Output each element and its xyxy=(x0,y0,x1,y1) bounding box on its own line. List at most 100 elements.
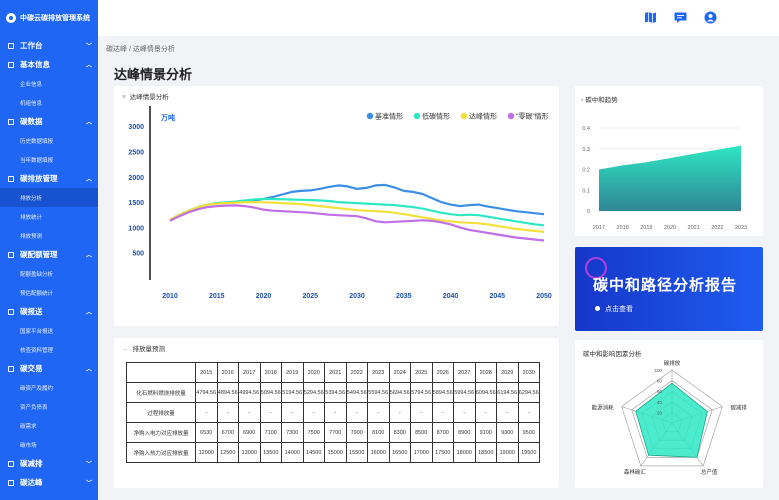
y-tick-label: 0.2 xyxy=(582,168,590,174)
table-cell: 17500 xyxy=(431,442,454,463)
menu-group-icon xyxy=(8,308,14,315)
chevron-up-icon: ︿ xyxy=(85,120,92,126)
sidebar-item[interactable]: 排放预测 xyxy=(0,226,98,245)
sidebar: 中碳云碳排放管理系统 工作台 ﹀ 基本信息 ︿ 企业信息 机组信息 碳数据 ︿ 历史数据填报 当年… xyxy=(0,0,98,500)
report-banner[interactable]: 碳中和路径分析报告 点击查看 xyxy=(575,247,763,331)
sidebar-item[interactable]: 配额盈缺分析 xyxy=(0,264,98,283)
table-cell: 9300 xyxy=(496,422,519,443)
sidebar-group-label: 工作台 xyxy=(20,41,43,50)
year-header: 2026 xyxy=(431,362,454,383)
table-cell: - xyxy=(410,402,433,423)
table-corner-cell xyxy=(126,362,196,383)
card-title: ← 排放量预测 xyxy=(122,343,165,353)
row-label: 化石燃料燃烧排放量 xyxy=(126,382,196,403)
menu-group-icon xyxy=(8,118,14,125)
user-icon[interactable] xyxy=(704,11,717,24)
sidebar-group[interactable]: 碳数据 ︿ xyxy=(0,112,98,131)
y-tick-label: 2500 xyxy=(128,149,144,156)
sidebar-item[interactable]: 企业信息 xyxy=(0,74,98,93)
sidebar-group[interactable]: 碳交易 ︿ xyxy=(0,359,98,378)
row-label: 净购入热力对应排放量 xyxy=(126,442,196,463)
table-cell: 12000 xyxy=(195,442,218,463)
table-cell: 16000 xyxy=(367,442,390,463)
legend-label: 低碳情形 xyxy=(422,112,450,121)
x-tick-label: 2020 xyxy=(664,225,676,231)
year-header: 2028 xyxy=(474,362,497,383)
menu-group-icon xyxy=(8,251,14,258)
table-cell: - xyxy=(367,402,390,423)
x-tick-label: 2050 xyxy=(536,293,552,300)
table-row: 净购入电力对应排放量 6530 6700 6900 7100 7300 7500 7700 79… xyxy=(126,422,540,443)
table-cell: - xyxy=(216,402,239,423)
table-cell: - xyxy=(281,402,304,423)
table-cell: 19500 xyxy=(517,442,540,463)
table-cell: - xyxy=(496,402,519,423)
radar-tick-label: 20 xyxy=(657,410,663,415)
sidebar-item[interactable]: 当年数据填报 xyxy=(0,150,98,169)
x-tick-label: 2025 xyxy=(302,293,318,300)
table-cell: 9500 xyxy=(517,422,540,443)
message-icon[interactable] xyxy=(674,11,687,24)
x-tick-label: 2035 xyxy=(396,293,412,300)
year-header: 2019 xyxy=(281,362,304,383)
view-report-link[interactable]: 点击查看 xyxy=(605,304,633,314)
sidebar-group[interactable]: 碳配额管理 ︿ xyxy=(0,245,98,264)
sidebar-group[interactable]: 碳排放管理 ︿ xyxy=(0,169,98,188)
sidebar-item[interactable]: 碳资产及履约 xyxy=(0,378,98,397)
radar-value-area xyxy=(635,382,708,458)
radar-indicator-label: 总产值 xyxy=(701,468,718,476)
sidebar-item[interactable]: 排放分析 xyxy=(0,188,98,207)
sidebar-group-label: 碳交易 xyxy=(20,364,43,373)
radar-tick-label: 40 xyxy=(657,400,663,405)
table-cell: 6530 xyxy=(195,422,218,443)
forecast-card: ← 排放量预测 2015 2016 2017 2018 2019 2020 2021 2022 2… xyxy=(114,338,559,488)
page-title: 达峰情景分析 xyxy=(114,67,193,82)
year-header: 2015 xyxy=(195,362,218,383)
sidebar-item[interactable]: 资产负债表 xyxy=(0,397,98,416)
table-cell: 8900 xyxy=(453,422,476,443)
sidebar-group[interactable]: 碳达峰 ﹀ xyxy=(0,473,98,492)
table-cell: 5494.56 xyxy=(345,382,368,403)
sidebar-group[interactable]: 碳减排 ﹀ xyxy=(0,454,98,473)
table-cell: 14000 xyxy=(281,442,304,463)
sidebar-item[interactable]: 机组信息 xyxy=(0,93,98,112)
table-cell: 9100 xyxy=(474,422,497,443)
table-cell: 5994.56 xyxy=(453,382,476,403)
x-tick-label: 2019 xyxy=(640,225,652,231)
table-cell: 12500 xyxy=(216,442,239,463)
table-cell: 8300 xyxy=(388,422,411,443)
year-header: 2018 xyxy=(259,362,282,383)
y-tick-label: 0.1 xyxy=(582,188,590,194)
menu-group-icon xyxy=(8,42,14,49)
table-cell: 6700 xyxy=(216,422,239,443)
sidebar-item[interactable]: 国家平台报送 xyxy=(0,321,98,340)
table-cell: - xyxy=(517,402,540,423)
year-header: 2016 xyxy=(216,362,239,383)
chevron-down-icon: ﹀ xyxy=(85,462,92,468)
sidebar-item[interactable]: 历史数据填报 xyxy=(0,131,98,150)
radar-tick-label: 60 xyxy=(657,389,663,394)
sidebar-item[interactable]: 预估配额统计 xyxy=(0,283,98,302)
table-row: 化石燃料燃烧排放量 4794.56 4894.56 4994.56 5094.56 519… xyxy=(126,382,540,403)
sidebar-item[interactable]: 核查资料管理 xyxy=(0,340,98,359)
sidebar-group[interactable]: 工作台 ﹀ xyxy=(0,36,98,55)
sidebar-group-label: 碳达峰 xyxy=(20,478,43,487)
x-tick-label: 2030 xyxy=(349,293,365,300)
dot-icon xyxy=(595,306,600,311)
trend-area xyxy=(599,145,741,211)
radar-tick-label: 80 xyxy=(657,379,663,384)
menu-group-icon xyxy=(8,175,14,182)
table-cell: - xyxy=(388,402,411,423)
sidebar-group[interactable]: 基本信息 ︿ xyxy=(0,55,98,74)
map-icon[interactable] xyxy=(644,11,657,24)
radar-indicator-label: 森林碳汇 xyxy=(624,468,647,476)
table-cell: 15000 xyxy=(324,442,347,463)
sidebar-item[interactable]: 碳市场 xyxy=(0,435,98,454)
sidebar-group[interactable]: 碳报送 ︿ xyxy=(0,302,98,321)
sidebar-item[interactable]: 碳需求 xyxy=(0,416,98,435)
sidebar-item[interactable]: 排放统计 xyxy=(0,207,98,226)
trend-area-chart: 0 0.1 0.2 0.3 0.4 2017 2018 2019 2020 2021 2022 202… xyxy=(582,126,747,231)
x-tick-label: 2015 xyxy=(209,293,225,300)
table-row: 净购入热力对应排放量 12000 12500 13000 13500 14000 14500… xyxy=(126,442,540,463)
radar-tick-label: 100 xyxy=(654,368,662,373)
